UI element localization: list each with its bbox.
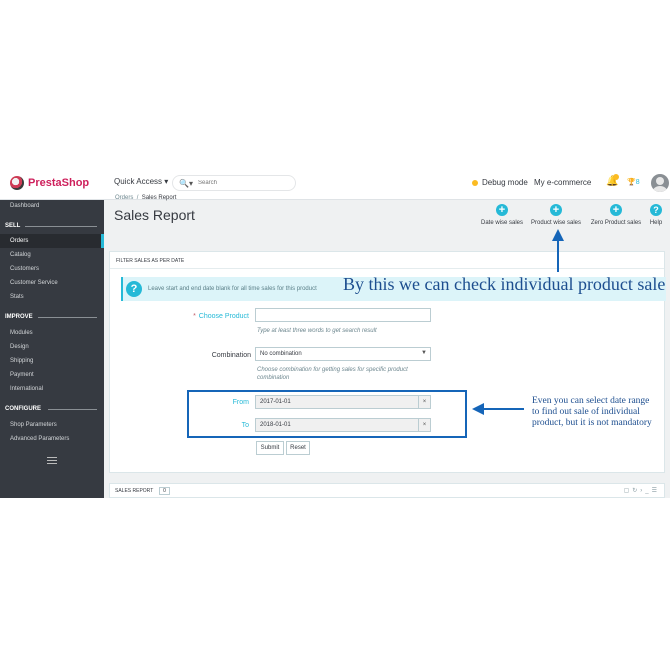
- zero-product-sales-button[interactable]: + Zero Product sales: [588, 204, 644, 226]
- sidebar-item-catalog[interactable]: Catalog: [10, 252, 31, 258]
- toolbar-label: Help: [649, 220, 663, 226]
- sidebar-item-customers[interactable]: Customers: [10, 266, 39, 272]
- help-button[interactable]: ? Help: [646, 204, 666, 226]
- toolbar-label: Date wise sales: [480, 220, 524, 226]
- combination-label: Combination: [211, 352, 251, 359]
- sales-report-title: SALES REPORT: [115, 488, 154, 494]
- sales-report-count-badge: 0: [159, 487, 170, 495]
- annotation-date-range-line-2: to find out sale of individual: [532, 407, 640, 417]
- trophy-notification[interactable]: 🏆8: [627, 178, 640, 186]
- combination-value: No combination: [260, 351, 302, 357]
- search-input[interactable]: [197, 180, 278, 186]
- combination-hint-line-2: combination: [257, 375, 290, 381]
- choose-product-label-text: Choose Product: [198, 313, 249, 320]
- panel-heading: FILTER SALES AS PER DATE: [116, 258, 185, 264]
- question-circle-icon: ?: [126, 281, 142, 297]
- sidebar-section-improve: IMPROVE: [5, 314, 33, 320]
- sidebar-item-dashboard[interactable]: Dashboard: [10, 203, 39, 209]
- help-circle-icon: ?: [650, 204, 662, 216]
- sidebar-item-customer-service[interactable]: Customer Service: [10, 280, 58, 286]
- sidebar-divider: [48, 409, 97, 410]
- panel-divider: [110, 268, 664, 269]
- sidebar-item-orders[interactable]: Orders: [10, 238, 28, 244]
- combination-select[interactable]: No combination ▼: [255, 347, 431, 361]
- choose-product-hint: Type at least three words to get search …: [257, 328, 377, 334]
- sidebar-item-advanced-parameters[interactable]: Advanced Parameters: [10, 436, 69, 442]
- annotation-date-range-line-3: product, but it is not mandatory: [532, 418, 652, 428]
- prestashop-logo-icon: [10, 176, 24, 190]
- prestashop-logo[interactable]: PrestaShop: [10, 175, 89, 191]
- plus-circle-icon: +: [550, 204, 562, 216]
- avatar[interactable]: [651, 174, 669, 192]
- annotation-product-sale: By this we can check individual product …: [343, 274, 666, 294]
- sidebar-item-design[interactable]: Design: [10, 344, 29, 350]
- combination-hint: Choose combination for getting sales for…: [257, 366, 408, 382]
- menu-collapse-icon[interactable]: [47, 457, 57, 464]
- required-marker: *: [193, 313, 196, 320]
- sales-report-table-header: SALES REPORT 0 ▢↻›_☰: [109, 483, 665, 498]
- search-box[interactable]: 🔍▾: [172, 175, 296, 191]
- caret-down-icon: ▼: [421, 350, 427, 356]
- sidebar-item-payment[interactable]: Payment: [10, 372, 34, 378]
- sidebar-item-shipping[interactable]: Shipping: [10, 358, 33, 364]
- page-title: Sales Report: [114, 207, 195, 223]
- search-icon[interactable]: 🔍▾: [179, 179, 193, 188]
- breadcrumb-parent[interactable]: Orders: [115, 195, 133, 201]
- choose-product-input[interactable]: [255, 308, 431, 322]
- sidebar-item-shop-parameters[interactable]: Shop Parameters: [10, 422, 57, 428]
- product-wise-sales-button[interactable]: + Product wise sales: [528, 204, 584, 226]
- breadcrumb-current: Sales Report: [141, 195, 177, 201]
- breadcrumb-separator: /: [136, 195, 139, 201]
- date-range-highlight-box: [187, 390, 467, 438]
- toolbar-label: Product wise sales: [530, 220, 582, 226]
- sidebar-section-configure: CONFIGURE: [5, 406, 41, 412]
- submit-button[interactable]: Submit: [256, 441, 284, 455]
- combination-hint-line-1: Choose combination for getting sales for…: [257, 367, 408, 373]
- sidebar-item-stats[interactable]: Stats: [10, 294, 24, 300]
- notification-badge: [613, 174, 619, 180]
- debug-mode-indicator[interactable]: Debug mode: [472, 178, 528, 187]
- reset-button[interactable]: Reset: [286, 441, 310, 455]
- annotation-date-range-line-1: Even you can select date range: [532, 396, 650, 406]
- alert-text: Leave start and end date blank for all t…: [148, 286, 317, 292]
- sidebar-divider: [25, 226, 97, 227]
- toolbar-label: Zero Product sales: [590, 220, 642, 226]
- plus-circle-icon: +: [496, 204, 508, 216]
- sidebar-section-sell: SELL: [5, 223, 21, 229]
- sidebar: Dashboard SELL Orders Catalog Customers …: [0, 200, 104, 498]
- logo-text: PrestaShop: [28, 177, 90, 189]
- admin-app: PrestaShop Quick Access ▾ 🔍▾ Debug mode …: [0, 166, 670, 498]
- date-wise-sales-button[interactable]: + Date wise sales: [478, 204, 526, 226]
- top-header: PrestaShop Quick Access ▾ 🔍▾ Debug mode …: [0, 166, 670, 200]
- table-tools-icons[interactable]: ▢↻›_☰: [624, 487, 660, 494]
- sidebar-divider: [38, 317, 97, 318]
- quick-access-menu[interactable]: Quick Access ▾: [114, 177, 168, 186]
- plus-circle-icon: +: [610, 204, 622, 216]
- debug-status-dot-icon: [472, 179, 478, 186]
- annotation-date-range: Even you can select date range to find o…: [532, 396, 662, 429]
- debug-mode-label: Debug mode: [482, 178, 528, 187]
- notification-count: 8: [635, 179, 640, 186]
- breadcrumb: Orders / Sales Report: [115, 195, 176, 201]
- shop-name-link[interactable]: My e-commerce: [534, 178, 591, 187]
- sidebar-item-modules[interactable]: Modules: [10, 330, 33, 336]
- sidebar-item-international[interactable]: International: [10, 386, 43, 392]
- choose-product-label: * Choose Product: [149, 313, 249, 320]
